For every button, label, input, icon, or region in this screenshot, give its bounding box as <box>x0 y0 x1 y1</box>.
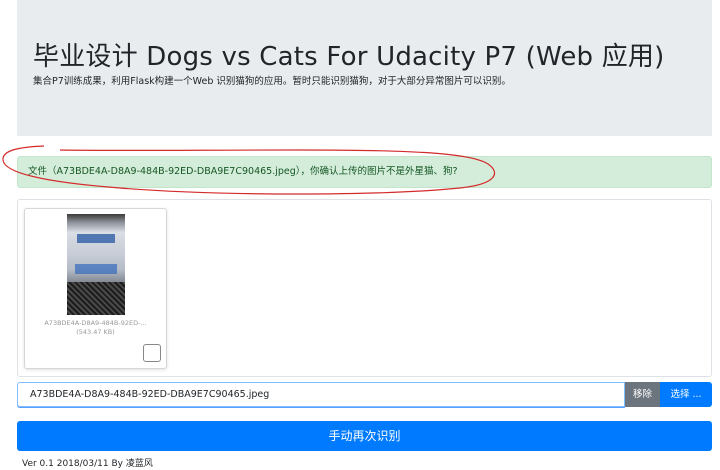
result-alert: 文件（A73BDE4A-D8A9-484B-92ED-DBA9E7C90465.… <box>17 156 712 188</box>
thumbnail-file-size: (543.47 KB) <box>76 328 115 336</box>
recognize-again-button[interactable]: 手动再次识别 <box>17 421 712 451</box>
file-input-group: A73BDE4A-D8A9-484B-92ED-DBA9E7C90465.jpe… <box>17 382 712 407</box>
uploaded-image-thumbnail <box>67 214 125 315</box>
jumbotron-header: 毕业设计 Dogs vs Cats For Udacity P7 (Web 应用… <box>17 0 712 136</box>
page-title: 毕业设计 Dogs vs Cats For Udacity P7 (Web 应用… <box>33 42 665 72</box>
file-thumbnail-card: A73BDE4A-D8A9-484B-92ED-... (543.47 KB) <box>24 208 167 369</box>
thumbnail-file-name: A73BDE4A-D8A9-484B-92ED-... <box>44 319 147 327</box>
remove-button[interactable]: 移除 <box>625 382 660 407</box>
alert-message: 文件（A73BDE4A-D8A9-484B-92ED-DBA9E7C90465.… <box>28 166 458 177</box>
page-subtitle: 集合P7训练成果，利用Flask构建一个Web 识别猫狗的应用。暂时只能识别猫狗… <box>33 76 511 87</box>
browse-button[interactable]: 选择 ... <box>660 382 712 407</box>
footer-version: Ver 0.1 2018/03/11 By 凌蓝风 <box>22 459 153 469</box>
file-name-field[interactable]: A73BDE4A-D8A9-484B-92ED-DBA9E7C90465.jpe… <box>17 382 625 407</box>
thumbnail-select-checkbox[interactable] <box>143 344 161 362</box>
